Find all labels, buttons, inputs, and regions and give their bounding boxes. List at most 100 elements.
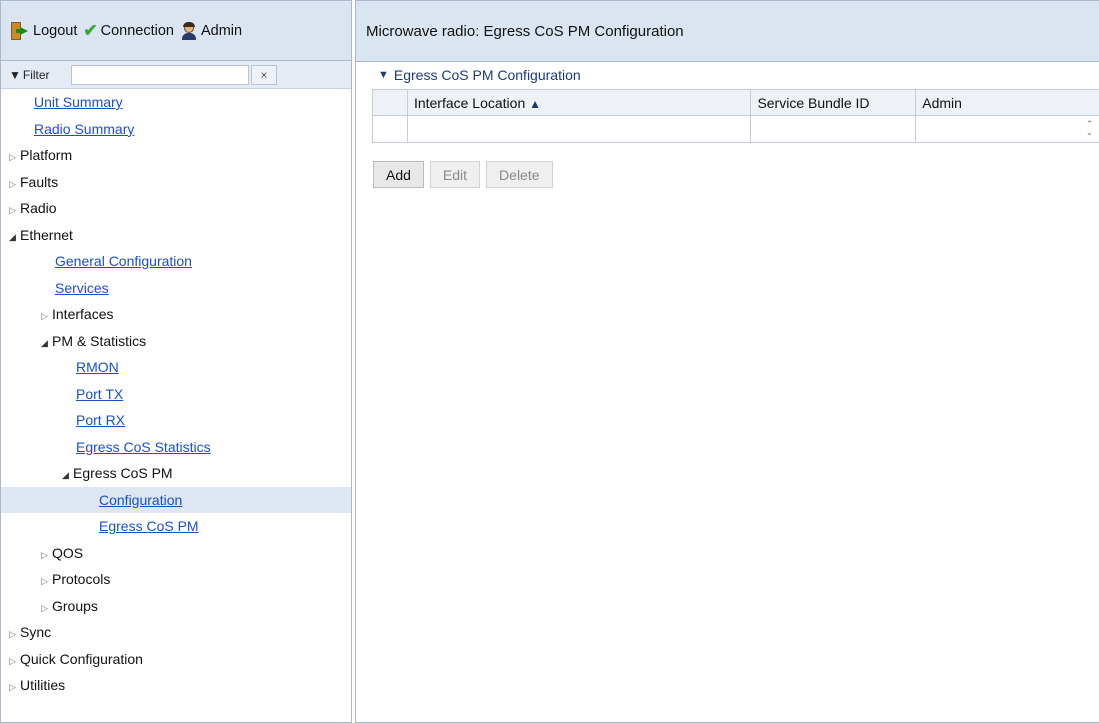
config-table: Interface Location ▲ Service Bundle ID A…	[372, 89, 1099, 143]
table-cell	[750, 115, 917, 143]
admin-button[interactable]: Admin	[180, 21, 243, 40]
logout-button[interactable]: Logout	[10, 21, 77, 41]
nav-item-egress-cos-statistics: Egress CoS Statistics	[1, 434, 351, 461]
checkmark-icon: ✔	[83, 21, 98, 40]
nav-item-radio-summary: Radio Summary	[1, 116, 351, 143]
top-toolbar: Logout ✔ Connection Admin	[1, 1, 351, 61]
nav-item-groups[interactable]: ▷ Groups	[1, 593, 351, 620]
table-row[interactable]: ⌃ ⌄	[372, 115, 1099, 143]
expand-icon: ▷	[9, 655, 16, 666]
clear-filter-button[interactable]: ×	[251, 64, 277, 85]
sort-asc-icon: ▲	[529, 96, 542, 111]
content-panel: Microwave radio: Egress CoS PM Configura…	[355, 0, 1099, 723]
expand-icon: ▷	[41, 602, 48, 613]
nav-label-protocols: Protocols	[52, 571, 111, 587]
select-column-header[interactable]	[372, 89, 408, 116]
expand-icon: ▷	[41, 311, 48, 321]
delete-button[interactable]: Delete	[486, 161, 553, 188]
filter-bar: ▼ Filter ×	[1, 61, 351, 89]
collapse-icon: ◢	[62, 470, 69, 480]
admin-label: Admin	[200, 22, 243, 39]
expand-icon: ▷	[9, 205, 16, 215]
nav-item-protocols[interactable]: ▷ Protocols	[1, 566, 351, 593]
connection-button[interactable]: ✔ Connection	[83, 22, 174, 39]
nav-label-egress-cos-pm: Egress CoS PM	[73, 465, 173, 481]
nav-item-qos[interactable]: ▷ QOS	[1, 540, 351, 567]
nav-link-radio-summary[interactable]: Radio Summary	[34, 121, 134, 137]
column-label: Interface Location	[413, 94, 526, 111]
connection-label: Connection	[100, 22, 174, 39]
nav-link-egress-cos-pm[interactable]: Egress CoS PM	[99, 518, 199, 534]
nav-label-groups: Groups	[52, 597, 98, 614]
expand-icon: ▷	[41, 549, 48, 560]
nav-item-configuration: Configuration	[1, 486, 351, 513]
row-select-cell[interactable]	[372, 115, 408, 143]
nav-link-port-tx[interactable]: Port TX	[76, 386, 123, 402]
nav-item-general-configuration: General Configuration	[1, 248, 351, 275]
user-icon	[180, 21, 198, 40]
nav-link-general-configuration[interactable]: General Configuration	[55, 253, 192, 269]
nav-label-ethernet: Ethernet	[20, 226, 73, 243]
column-label: Service Bundle ID	[757, 94, 870, 111]
table-header-row: Interface Location ▲ Service Bundle ID A…	[372, 89, 1099, 116]
nav-item-faults[interactable]: ▷ Faults	[1, 169, 351, 196]
nav-item-ethernet[interactable]: ◢ Ethernet	[1, 222, 351, 249]
expand-icon: ▷	[9, 152, 16, 162]
caret-down-icon: ▼	[378, 69, 389, 81]
nav-label-interfaces: Interfaces	[52, 306, 114, 322]
expand-icon: ▷	[9, 682, 16, 692]
nav-link-services[interactable]: Services	[55, 280, 109, 296]
nav-item-services: Services	[1, 275, 351, 302]
nav-link-rmon[interactable]: RMON	[76, 359, 119, 375]
nav-item-unit-summary: Unit Summary	[1, 89, 351, 116]
nav-label-quick-configuration: Quick Configuration	[20, 650, 143, 667]
section-title: Egress CoS PM Configuration	[393, 67, 581, 83]
nav-label-qos: QOS	[52, 544, 84, 561]
nav-tree: Unit Summary Radio Summary ▷ Platform ▷ Fa…	[1, 89, 351, 699]
nav-item-platform[interactable]: ▷ Platform	[1, 142, 351, 169]
nav-item-rmon: RMON	[1, 354, 351, 381]
spinner-icon[interactable]: ⌃ ⌄	[1085, 120, 1094, 137]
nav-label-platform: Platform	[20, 147, 73, 163]
table-cell-admin: ⌃ ⌄	[915, 115, 1099, 143]
nav-item-utilities[interactable]: ▷ Utilities	[1, 672, 351, 699]
column-label: Admin	[922, 94, 962, 111]
collapse-icon: ◢	[41, 337, 48, 348]
section-toggle[interactable]: ▼ Egress CoS PM Configuration	[378, 67, 581, 83]
nav-item-egress-cos-pm-child: Egress CoS PM	[1, 513, 351, 540]
caret-down-icon: ▼	[9, 67, 21, 82]
logout-icon	[10, 21, 30, 41]
nav-item-quick-configuration[interactable]: ▷ Quick Configuration	[1, 646, 351, 673]
table-cell	[406, 115, 752, 143]
nav-item-radio[interactable]: ▷ Radio	[1, 195, 351, 222]
expand-icon: ▷	[41, 576, 48, 586]
nav-label-sync: Sync	[20, 624, 52, 640]
nav-label-faults: Faults	[20, 173, 59, 190]
nav-item-sync[interactable]: ▷ Sync	[1, 619, 351, 646]
column-header-service-bundle-id[interactable]: Service Bundle ID	[750, 89, 917, 116]
nav-link-unit-summary[interactable]: Unit Summary	[34, 94, 123, 110]
expand-icon: ▷	[9, 629, 16, 639]
nav-label-pm-statistics: PM & Statistics	[52, 332, 147, 349]
filter-toggle[interactable]: ▼ Filter	[9, 68, 71, 82]
nav-link-egress-cos-statistics[interactable]: Egress CoS Statistics	[76, 439, 211, 455]
action-buttons: Add Edit Delete	[373, 161, 553, 188]
nav-item-pm-statistics[interactable]: ◢ PM & Statistics	[1, 328, 351, 355]
nav-item-port-tx: Port TX	[1, 381, 351, 408]
nav-item-interfaces[interactable]: ▷ Interfaces	[1, 301, 351, 328]
column-header-interface-location[interactable]: Interface Location ▲	[406, 89, 752, 116]
add-button[interactable]: Add	[373, 161, 424, 188]
page-title: Microwave radio: Egress CoS PM Configura…	[356, 1, 1099, 62]
filter-input[interactable]	[71, 64, 249, 85]
collapse-icon: ◢	[9, 231, 16, 242]
nav-label-utilities: Utilities	[20, 677, 66, 693]
nav-label-radio: Radio	[20, 200, 57, 216]
logout-label: Logout	[33, 22, 78, 39]
column-header-admin[interactable]: Admin	[915, 89, 1099, 116]
nav-item-egress-cos-pm[interactable]: ◢ Egress CoS PM	[1, 460, 351, 487]
nav-link-configuration[interactable]: Configuration	[99, 492, 182, 508]
nav-link-port-rx[interactable]: Port RX	[76, 412, 125, 428]
filter-label: Filter	[22, 67, 50, 82]
nav-item-port-rx: Port RX	[1, 407, 351, 434]
edit-button[interactable]: Edit	[429, 161, 481, 188]
